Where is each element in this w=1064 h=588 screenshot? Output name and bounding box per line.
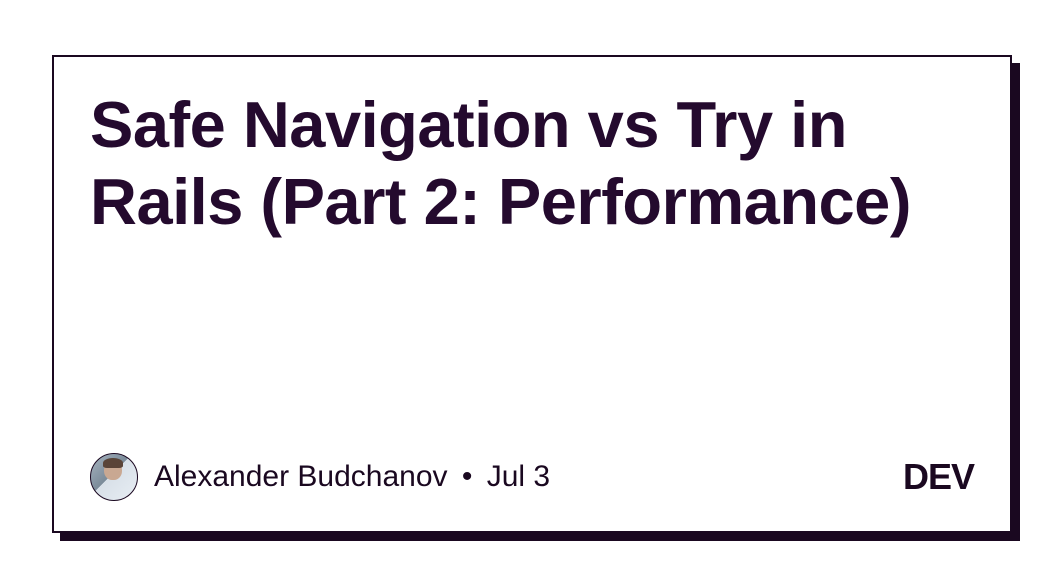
post-date: Jul 3 [487,460,550,493]
post-footer: Alexander Budchanov • Jul 3 DEV [90,453,974,501]
brand-logo: DEV [903,456,974,498]
post-title: Safe Navigation vs Try in Rails (Part 2:… [90,87,974,240]
author-name: Alexander Budchanov [154,460,448,493]
author-block: Alexander Budchanov • Jul 3 [90,453,550,501]
author-meta: Alexander Budchanov • Jul 3 [154,460,550,494]
separator-dot: • [462,460,473,493]
post-card: Safe Navigation vs Try in Rails (Part 2:… [52,55,1012,533]
author-avatar [90,453,138,501]
